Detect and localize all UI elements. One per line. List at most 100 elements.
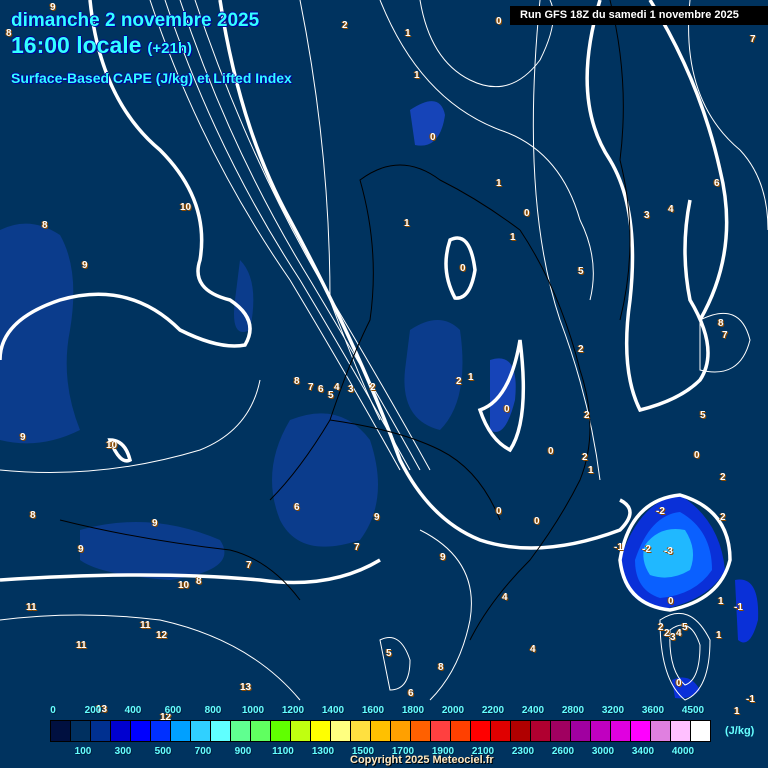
legend-label-bottom: 4000: [671, 746, 695, 757]
legend-swatch: [311, 721, 331, 741]
legend-swatch: [151, 721, 171, 741]
contour-label: 1: [414, 70, 420, 81]
contour-label: 9: [20, 432, 26, 443]
legend-label-top: 2400: [521, 705, 545, 716]
contour-label: 2: [582, 452, 588, 463]
contour-label: 7: [246, 560, 252, 571]
contour-label: 0: [430, 132, 436, 143]
contour-label: 5: [578, 266, 584, 277]
contour-label: 5: [328, 390, 334, 401]
color-scale-legend: [50, 720, 711, 742]
contour-label: 13: [240, 682, 252, 693]
legend-label-bottom: 100: [74, 746, 92, 757]
contour-label: 0: [694, 450, 700, 461]
legend-label-bottom: 3000: [591, 746, 615, 757]
contour-label: 0: [496, 506, 502, 517]
contour-label: 2: [578, 344, 584, 355]
contour-label: 2: [720, 472, 726, 483]
contour-label: 1: [510, 232, 516, 243]
contour-label: 8: [42, 220, 48, 231]
contour-label: 0: [534, 516, 540, 527]
legend-label-top: 2200: [481, 705, 505, 716]
legend-swatch: [471, 721, 491, 741]
legend-label-top: 1400: [321, 705, 345, 716]
legend-swatch: [691, 721, 710, 741]
contour-label: 10: [106, 440, 118, 451]
contour-label: 9: [82, 260, 88, 271]
contour-label: 5: [700, 410, 706, 421]
legend-label-top: 1600: [361, 705, 385, 716]
contour-label: -1: [746, 694, 755, 705]
contour-label: 8: [294, 376, 300, 387]
legend-label-top: 3200: [601, 705, 625, 716]
contour-label: 11: [140, 620, 151, 631]
contour-label: 1: [588, 465, 594, 476]
contour-label: 2: [584, 410, 590, 421]
legend-swatch: [511, 721, 531, 741]
legend-label-bottom: 2600: [551, 746, 575, 757]
legend-swatch: [291, 721, 311, 741]
contour-label: -1: [614, 542, 623, 553]
contour-label: 4: [530, 644, 536, 655]
product-title: Surface-Based CAPE (J/kg) et Lifted Inde…: [11, 70, 292, 86]
contour-label: 2: [664, 628, 670, 639]
contour-label: 9: [374, 512, 380, 523]
forecast-time: 16:00 locale (+21h): [11, 32, 192, 59]
legend-swatch: [671, 721, 691, 741]
contour-label: 2: [342, 20, 348, 31]
contour-label: 6: [318, 384, 324, 395]
legend-label-top: 800: [204, 705, 222, 716]
contour-label: 9: [152, 518, 158, 529]
lead-time: (+21h): [147, 40, 193, 57]
legend-swatch: [131, 721, 151, 741]
legend-swatch: [171, 721, 191, 741]
legend-label-bottom: 1300: [311, 746, 335, 757]
contour-label: 11: [26, 602, 37, 613]
contour-label: 4: [502, 592, 508, 603]
legend-swatch: [571, 721, 591, 741]
legend-swatch: [331, 721, 351, 741]
contour-label: 1: [405, 28, 411, 39]
legend-label-bottom: 900: [234, 746, 252, 757]
contour-label: 0: [676, 678, 682, 689]
legend-swatch: [111, 721, 131, 741]
contour-label: 7: [722, 330, 728, 341]
contour-label: 4: [668, 204, 674, 215]
legend-label-top: 200: [84, 705, 102, 716]
legend-swatch: [211, 721, 231, 741]
contour-label: 3: [644, 210, 650, 221]
legend-label-top: 1200: [281, 705, 305, 716]
contour-label: 11: [76, 640, 87, 651]
legend-swatch: [651, 721, 671, 741]
contour-label: 12: [156, 630, 168, 641]
contour-label: 0: [668, 596, 674, 607]
legend-swatch: [51, 721, 71, 741]
legend-swatch: [231, 721, 251, 741]
legend-label-top: 2800: [561, 705, 585, 716]
legend-swatch: [631, 721, 651, 741]
legend-swatch: [191, 721, 211, 741]
contour-label: 9: [440, 552, 446, 563]
legend-label-bottom: 3400: [631, 746, 655, 757]
contour-label: 3: [348, 384, 354, 395]
contour-label: 2: [456, 376, 462, 387]
legend-swatch: [531, 721, 551, 741]
contour-label: 0: [504, 404, 510, 415]
contour-label: 8: [718, 318, 724, 329]
legend-label-top: 2000: [441, 705, 465, 716]
legend-label-bottom: 700: [194, 746, 212, 757]
contour-label: 0: [496, 16, 502, 27]
contour-label: 8: [30, 510, 36, 521]
legend-label-bottom: 2300: [511, 746, 535, 757]
contour-label: 6: [714, 178, 720, 189]
contour-label: -2: [656, 506, 665, 517]
legend-label-bottom: 300: [114, 746, 132, 757]
contour-label: -3: [664, 546, 673, 557]
contour-label: 1: [468, 372, 474, 383]
forecast-date: dimanche 2 novembre 2025: [11, 10, 260, 31]
contour-label: 2: [658, 622, 664, 633]
contour-label: 6: [408, 688, 414, 699]
contour-label: 2: [370, 382, 376, 393]
contour-label: 5: [386, 648, 392, 659]
contour-label: 7: [354, 542, 360, 553]
